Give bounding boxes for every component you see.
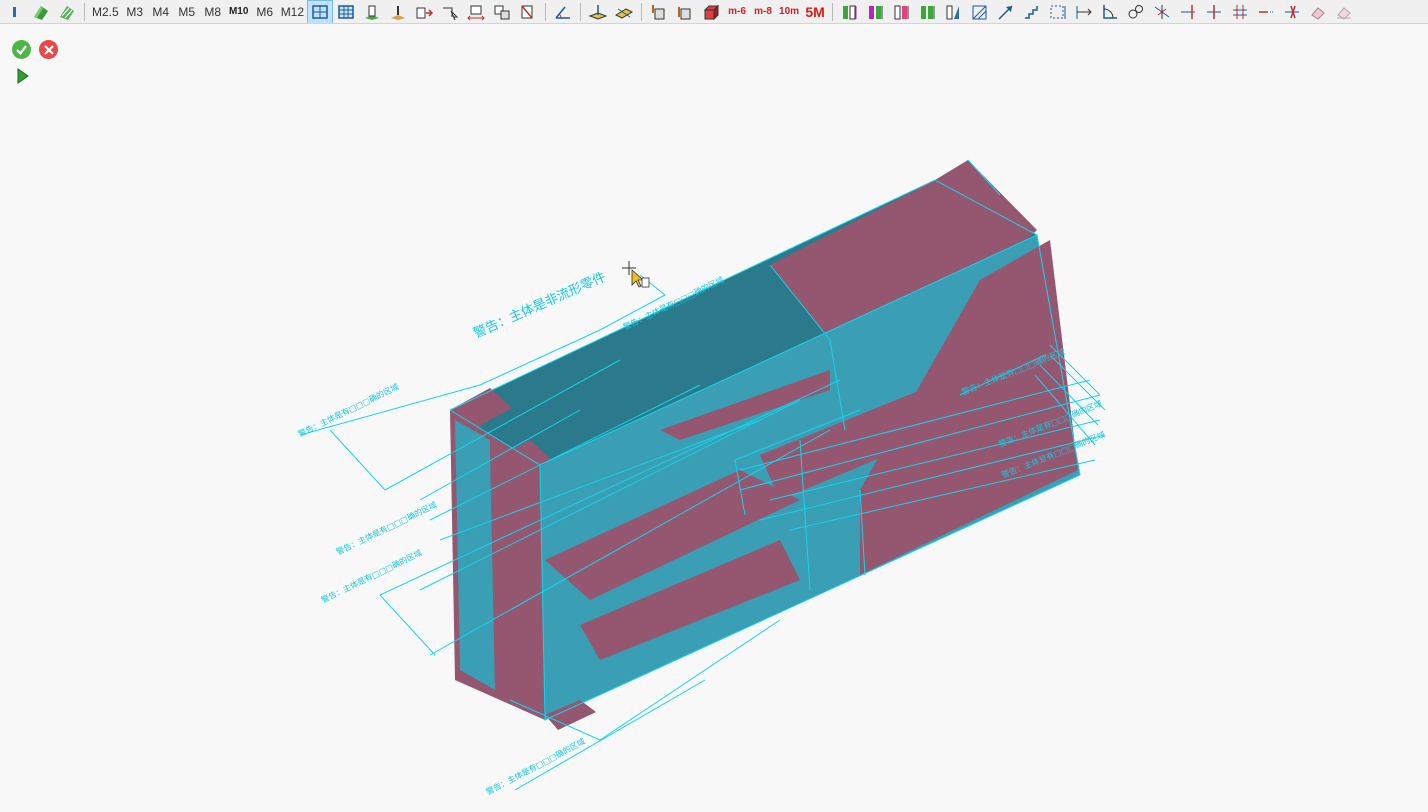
toolbar-separator (84, 2, 85, 21)
dotted-frame-icon[interactable] (1046, 1, 1070, 23)
eraser-alt-icon[interactable] (1332, 1, 1356, 23)
material-m3-button[interactable]: M3 (123, 1, 147, 23)
thickness-m6-button[interactable]: m-6 (725, 1, 749, 23)
warning-label: 警告：主体是有□□□确的区域 (296, 381, 400, 439)
block-down-icon[interactable] (673, 1, 697, 23)
diagonal-arrow-icon[interactable] (994, 1, 1018, 23)
panel-blue-icon[interactable] (942, 1, 966, 23)
green-solid-icon[interactable] (29, 1, 53, 23)
material-m5-button[interactable]: M5 (175, 1, 199, 23)
edge-tool-icon[interactable] (3, 1, 27, 23)
toolbar-separator (641, 2, 643, 21)
select-arrow-icon[interactable] (438, 1, 462, 23)
material-label: M3 (126, 4, 144, 19)
eraser-icon[interactable] (1306, 1, 1330, 23)
material-label: M4 (152, 4, 170, 19)
material-m6-button[interactable]: M6 (253, 1, 277, 23)
copy-box-icon[interactable] (490, 1, 514, 23)
panel-group (837, 0, 1357, 23)
angle-sketch-icon[interactable] (551, 1, 575, 23)
warning-label: 警告：主体是有□□□确的区域 (484, 736, 586, 797)
plane-tilt-icon[interactable] (612, 1, 636, 23)
trim-icon[interactable] (1150, 1, 1174, 23)
material-m8-button[interactable]: M8 (201, 1, 225, 23)
thickness-label: m-8 (754, 6, 772, 17)
double-cross-icon[interactable] (1228, 1, 1252, 23)
push-pull-icon[interactable] (412, 1, 436, 23)
sketch-group (550, 0, 576, 23)
material-label: M5 (178, 4, 196, 19)
circle-tangent-icon[interactable] (1124, 1, 1148, 23)
material-label: M2.5 (92, 4, 119, 19)
plane-up-icon[interactable] (586, 1, 610, 23)
fillet-corner-icon[interactable] (1098, 1, 1122, 23)
extend-icon[interactable] (1254, 1, 1278, 23)
material-m2-5-button[interactable]: M2.5 (90, 1, 121, 23)
toolbar-separator (545, 2, 547, 21)
hatched-solid-icon[interactable] (55, 1, 79, 23)
model-viewport[interactable]: 警告：主体是非流形零件 警告：主体是有□□□确的区域 警告：主体是有□□□确的区… (0, 25, 1428, 807)
grid-view-icon[interactable] (307, 0, 334, 23)
main-toolbar: M2.5 M3 M4 M5 M8 M10 M6 M12 m-6 m-8 10m … (0, 0, 1428, 24)
view-group (307, 0, 541, 23)
panel-green-icon[interactable] (838, 1, 862, 23)
material-label: M10 (228, 6, 249, 17)
thickness-label: 10m (779, 6, 800, 17)
cross-red-icon[interactable] (1202, 1, 1226, 23)
toolbar-separator (580, 2, 582, 21)
model-geometry (450, 160, 1080, 730)
mirror-box-icon[interactable] (516, 1, 540, 23)
plane-group (585, 0, 637, 23)
material-m10-button[interactable]: M10 (227, 1, 251, 23)
thickness-m8-button[interactable]: m-8 (751, 1, 775, 23)
dimension-arrow-icon[interactable] (1072, 1, 1096, 23)
diagonal-split-icon[interactable] (968, 1, 992, 23)
toolbar-left-icons (2, 0, 80, 23)
block-group: m-6 m-8 10m 5M (646, 0, 828, 23)
stamp-icon[interactable] (386, 1, 410, 23)
material-label: M6 (256, 4, 274, 19)
red-block-icon[interactable] (699, 1, 723, 23)
thickness-label: m-6 (728, 6, 746, 17)
panel-pink-icon[interactable] (890, 1, 914, 23)
thickness-5m-button[interactable]: 5M (803, 1, 827, 23)
box-resize-icon[interactable] (464, 1, 488, 23)
material-label: M12 (280, 4, 305, 19)
material-m12-button[interactable]: M12 (279, 1, 306, 23)
cursor-icon (622, 261, 650, 288)
left-end-rib (490, 450, 535, 700)
break-icon[interactable] (1280, 1, 1304, 23)
extrude-icon[interactable] (360, 1, 384, 23)
warning-main-label: 警告：主体是非流形零件 (471, 269, 608, 342)
split-red-icon[interactable] (1176, 1, 1200, 23)
warning-label: 警告：主体是有□□□确的区域 (334, 499, 438, 557)
toolbar-separator (832, 2, 834, 21)
block-up-icon[interactable] (647, 1, 671, 23)
3d-model-canvas[interactable]: 警告：主体是非流形零件 警告：主体是有□□□确的区域 警告：主体是有□□□确的区… (0, 25, 1428, 807)
panel-green-split-icon[interactable] (916, 1, 940, 23)
panel-magenta-icon[interactable] (864, 1, 888, 23)
table-view-icon[interactable] (334, 1, 358, 23)
thickness-label: 5M (805, 3, 825, 20)
warning-label: 警告：主体是有□□□确的区域 (319, 547, 423, 605)
material-label: M8 (204, 4, 222, 19)
stairs-icon[interactable] (1020, 1, 1044, 23)
material-group: M2.5 M3 M4 M5 M8 M10 M6 M12 (89, 0, 307, 23)
thickness-10m-button[interactable]: 10m (777, 1, 801, 23)
material-m4-button[interactable]: M4 (149, 1, 173, 23)
